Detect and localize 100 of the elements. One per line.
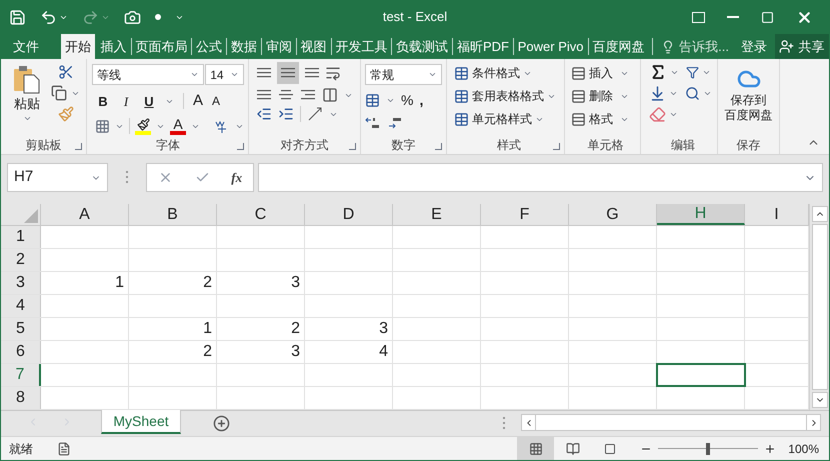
grow-font-button[interactable]: A — [193, 90, 204, 112]
shrink-font-button[interactable]: A — [212, 92, 220, 110]
styles-menu-button[interactable]: 条件格式 — [454, 63, 564, 83]
caret-icon[interactable] — [190, 70, 200, 79]
styles-menu-button[interactable]: 套用表格格式 — [454, 86, 564, 106]
page-icon — [566, 442, 580, 456]
table-cell: 2 — [129, 341, 217, 363]
row-header[interactable]: 3 — [1, 272, 41, 294]
font-name-field[interactable]: 等线 — [92, 64, 204, 85]
font-color-button[interactable]: A — [170, 118, 186, 134]
group-label: 对齐方式 — [280, 137, 328, 154]
caret-icon[interactable] — [386, 96, 395, 105]
triangle-icon — [24, 209, 38, 223]
row-header[interactable]: 2 — [1, 249, 41, 271]
formula-field[interactable] — [258, 163, 823, 192]
table-style-icon — [454, 66, 469, 80]
cells-menu-button[interactable]: 插入 — [571, 63, 640, 83]
dialog-launcher-icon[interactable] — [237, 143, 244, 150]
row-header[interactable]: 6 — [1, 341, 41, 363]
ribbon-tab[interactable]: 审阅 — [262, 34, 296, 59]
tell-me-field[interactable]: 告诉我... — [657, 34, 733, 59]
dialog-launcher-icon[interactable] — [75, 143, 82, 150]
number-format-field[interactable]: 常规 — [365, 64, 442, 85]
horizontal-scrollbar[interactable] — [521, 414, 821, 431]
caret-icon[interactable] — [669, 110, 678, 119]
save-to-cloud-button[interactable]: 保存到百度网盘 — [724, 93, 772, 123]
group-label: 样式 — [497, 137, 521, 154]
table-cell: 2 — [217, 318, 305, 340]
italic-button[interactable]: I — [119, 92, 133, 111]
ribbon-tab[interactable]: 插入 — [96, 34, 131, 59]
paste-button[interactable]: 粘贴 — [11, 64, 43, 136]
cells-menu-button[interactable]: 删除 — [571, 86, 640, 106]
maximize-icon — [761, 10, 774, 24]
ribbon-tab[interactable]: 视图 — [296, 34, 331, 59]
dialog-launcher-icon[interactable] — [553, 143, 560, 150]
table-cell: 3 — [217, 341, 305, 363]
user-add-icon — [779, 39, 794, 54]
ribbon-tab[interactable]: 页面布局 — [131, 34, 192, 59]
ribbon-tab[interactable]: 数据 — [226, 34, 261, 59]
font-size-field[interactable]: 14 — [205, 64, 244, 85]
table-cell: 1 — [41, 272, 129, 294]
caret-icon[interactable] — [428, 70, 437, 79]
vertical-scrollbar[interactable] — [809, 204, 829, 410]
fill-icon — [649, 85, 666, 102]
column-header[interactable]: A — [41, 204, 129, 225]
dialog-launcher-icon[interactable] — [435, 143, 442, 150]
grid-icon — [528, 442, 543, 456]
normal-view-button[interactable] — [517, 437, 554, 460]
ribbon-tab[interactable]: 文件 — [1, 34, 51, 59]
zoom-slider-thumb[interactable] — [706, 442, 710, 454]
row-header[interactable]: 1 — [1, 226, 41, 248]
fill-color-icon[interactable] — [135, 118, 151, 134]
caret-icon[interactable] — [703, 89, 712, 98]
ribbon-tab[interactable]: 百度网盘 — [588, 34, 648, 59]
zoom-slider[interactable] — [658, 442, 758, 454]
dialog-launcher-icon[interactable] — [349, 143, 356, 150]
caret-icon[interactable] — [669, 89, 678, 98]
bold-button[interactable]: B — [96, 92, 110, 111]
ribbon-tab[interactable]: 开发工具 — [331, 34, 392, 59]
column-header[interactable]: H — [657, 204, 745, 225]
sign-in-button[interactable]: 登录 — [732, 34, 775, 59]
column-header[interactable]: E — [393, 204, 481, 225]
column-header[interactable]: C — [217, 204, 305, 225]
styles-menu-button[interactable]: 单元格样式 — [454, 109, 564, 129]
ribbon-tab[interactable]: 福昕PDF — [452, 34, 513, 59]
name-box[interactable]: H7 — [7, 163, 108, 192]
row-header[interactable]: 8 — [1, 387, 41, 409]
ribbon-tab[interactable]: 开始 — [61, 34, 95, 59]
undo-icon — [40, 8, 57, 26]
clipboard-icon — [12, 64, 42, 94]
row-header[interactable]: 7 — [1, 364, 41, 386]
row-header[interactable]: 5 — [1, 318, 41, 340]
add-sheet-icon[interactable] — [213, 415, 230, 432]
insert-function-button[interactable]: fx — [231, 168, 242, 188]
align-left-icon — [256, 89, 272, 101]
zoom-level[interactable]: 100% — [788, 440, 819, 458]
group-label: 剪贴板 — [26, 137, 62, 154]
merge-cells-icon — [322, 87, 338, 103]
column-header[interactable]: D — [305, 204, 393, 225]
ribbon-display-icon[interactable] — [692, 12, 705, 22]
align-lines-icon — [304, 67, 320, 79]
cells-menu-button[interactable]: 格式 — [571, 109, 640, 129]
percent-button[interactable]: % — [401, 90, 414, 111]
row-header[interactable]: 4 — [1, 295, 41, 317]
column-header[interactable]: B — [129, 204, 217, 225]
comma-button[interactable]: , — [419, 90, 424, 111]
group-label: 字体 — [156, 137, 180, 154]
underline-button[interactable]: U — [142, 92, 156, 111]
share-button[interactable]: 共享 — [774, 34, 829, 59]
window-title: test - Excel — [382, 8, 448, 26]
table-cell: 3 — [305, 318, 393, 340]
column-header[interactable]: F — [481, 204, 569, 225]
ribbon-tab[interactable]: 公式 — [192, 34, 226, 59]
ribbon-tab[interactable]: Power Pivo — [514, 34, 588, 59]
caret-icon[interactable] — [230, 70, 239, 79]
align-lines-icon — [280, 67, 296, 79]
table-cell: 2 — [129, 272, 217, 294]
middle-align-button[interactable] — [277, 62, 299, 84]
ribbon-tab[interactable]: 负载测试 — [392, 34, 452, 59]
sheet-tab[interactable]: MySheet — [101, 410, 181, 434]
